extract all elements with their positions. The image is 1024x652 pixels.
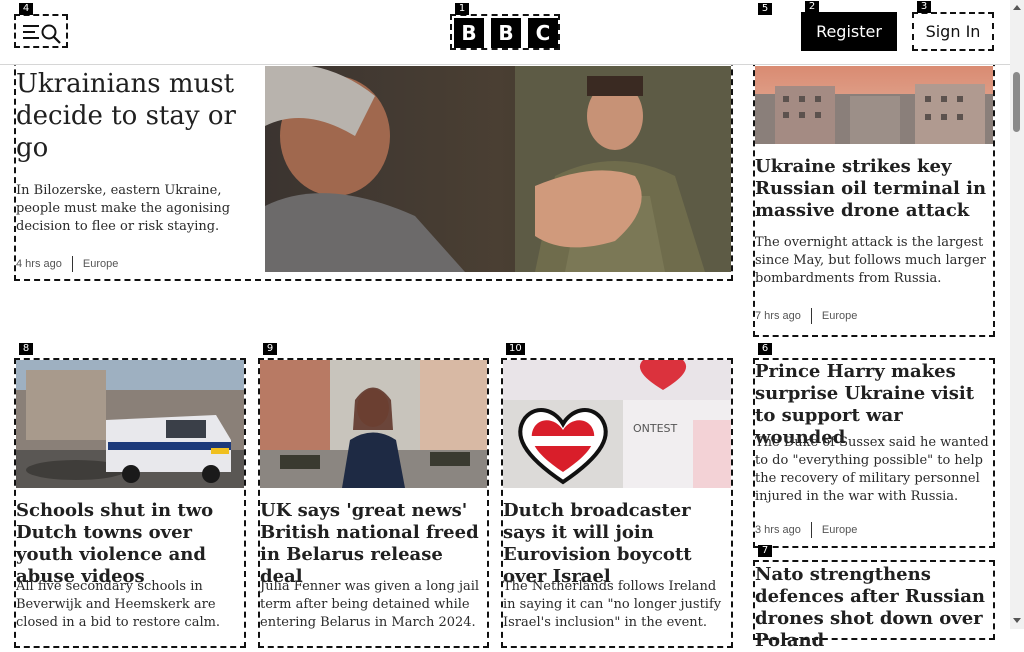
side-meta-1: 7 hrs ago Europe — [755, 308, 857, 324]
marker-label: 8 — [19, 343, 33, 355]
grid-photo-2-image — [260, 360, 487, 488]
grid-headline-2[interactable]: UK says 'great news' British national fr… — [260, 500, 487, 588]
marker-label: 10 — [506, 343, 525, 355]
side-section-1[interactable]: Europe — [822, 310, 857, 322]
marker-label: 4 — [19, 3, 33, 15]
marker-label: 2 — [805, 1, 819, 13]
grid-summary-2: Julia Fenner was given a long jail term … — [260, 579, 480, 630]
logo-letter: B — [454, 18, 484, 48]
menu-search-button[interactable]: 4 — [14, 3, 68, 48]
grid-photo-1[interactable] — [16, 360, 244, 488]
sign-in-button[interactable]: 3 Sign In — [912, 1, 994, 51]
marker-label: 7 — [758, 545, 772, 557]
side-summary-2: The Duke of Sussex said he wanted to do … — [755, 435, 989, 504]
marker-label: 1 — [455, 3, 469, 15]
sign-in-label: Sign In — [925, 22, 981, 41]
side-photo-1-image — [755, 66, 993, 144]
grid-story-card[interactable]: 9 UK says 'great news' British national … — [258, 343, 489, 648]
scrollbar-thumb[interactable] — [1013, 72, 1020, 132]
lead-headline-wrap: Ukrainians must decide to stay or go — [16, 68, 256, 164]
grid-headline-3[interactable]: Dutch broadcaster says it will join Euro… — [503, 500, 731, 588]
side-section-2[interactable]: Europe — [822, 524, 857, 536]
lead-time: 4 hrs ago — [16, 257, 62, 270]
grid-photo-1-image — [16, 360, 244, 488]
marker-label: 9 — [263, 343, 277, 355]
lead-headline[interactable]: Ukrainians must decide to stay or go — [16, 68, 256, 164]
side-time-1: 7 hrs ago — [755, 309, 801, 322]
register-button[interactable]: Register — [801, 12, 897, 51]
marker-label: 3 — [917, 1, 931, 13]
side-story-card[interactable]: 7 Nato strengthens defences after Russia… — [753, 545, 995, 651]
side-time-2: 3 hrs ago — [755, 523, 801, 536]
lead-photo[interactable] — [265, 66, 731, 272]
logo-letter: C — [528, 18, 558, 48]
bbc-logo[interactable]: 1 B B C — [450, 3, 560, 50]
side-summary-1: The overnight attack is the largest sinc… — [755, 235, 986, 286]
grid-headline-1[interactable]: Schools shut in two Dutch towns over you… — [16, 500, 244, 588]
site-header: 4 1 B B C Register 2 3 Sign In — [0, 0, 1010, 65]
menu-search-icon — [23, 24, 61, 44]
grid-story-card[interactable]: 10 ONTEST Dutch broadcaster says it will… — [501, 343, 733, 648]
side-photo-1[interactable] — [755, 66, 993, 144]
side-story-card[interactable]: 6 Prince Harry makes surprise Ukraine vi… — [753, 343, 995, 548]
grid-photo-3-image: ONTEST — [503, 360, 731, 488]
lead-story-card[interactable]: Ukrainians must decide to stay or go In … — [14, 40, 733, 281]
grid-summary-1: All five secondary schools in Beverwijk … — [16, 579, 221, 630]
side-story-card[interactable]: 5 Ukraine strikes key Russian oil termin… — [753, 3, 995, 337]
side-meta-2: 3 hrs ago Europe — [755, 522, 857, 538]
image-text: ONTEST — [633, 422, 678, 435]
marker-label: 6 — [758, 343, 772, 355]
logo-letter: B — [491, 18, 521, 48]
marker-label: 5 — [758, 3, 772, 15]
grid-summary-3: The Netherlands follows Ireland in sayin… — [503, 579, 722, 630]
grid-photo-2[interactable] — [260, 360, 487, 488]
grid-photo-3[interactable]: ONTEST — [503, 360, 731, 488]
side-headline-1[interactable]: Ukraine strikes key Russian oil terminal… — [755, 156, 993, 222]
lead-summary: In Bilozerske, eastern Ukraine, people m… — [16, 183, 231, 234]
side-headline-3[interactable]: Nato strengthens defences after Russian … — [755, 564, 993, 652]
scroll-up-icon[interactable] — [1011, 2, 1023, 12]
lead-section[interactable]: Europe — [83, 258, 118, 270]
scroll-down-icon[interactable] — [1011, 616, 1023, 626]
lead-photo-image — [265, 66, 731, 272]
grid-story-card[interactable]: 8 Schools shut in two Dutch towns over y… — [14, 343, 246, 648]
lead-meta: 4 hrs ago Europe — [16, 256, 118, 272]
